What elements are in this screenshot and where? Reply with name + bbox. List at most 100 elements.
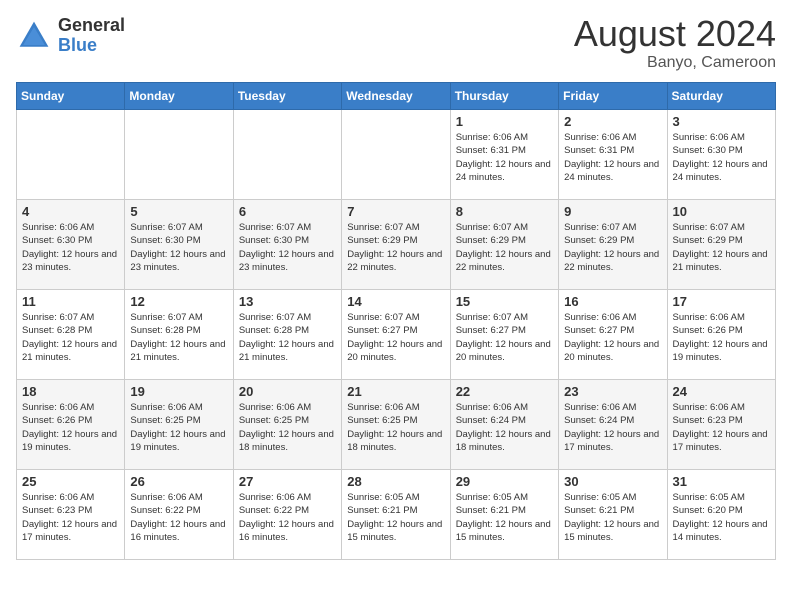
day-info: Sunrise: 6:07 AM Sunset: 6:30 PM Dayligh…	[130, 221, 227, 274]
day-info: Sunrise: 6:06 AM Sunset: 6:24 PM Dayligh…	[456, 401, 553, 454]
calendar-cell: 27 Sunrise: 6:06 AM Sunset: 6:22 PM Dayli…	[233, 470, 341, 560]
day-number: 14	[347, 294, 444, 309]
day-info: Sunrise: 6:06 AM Sunset: 6:31 PM Dayligh…	[564, 131, 661, 184]
calendar-cell: 1 Sunrise: 6:06 AM Sunset: 6:31 PM Daylig…	[450, 110, 558, 200]
day-info: Sunrise: 6:07 AM Sunset: 6:29 PM Dayligh…	[456, 221, 553, 274]
logo: General Blue	[16, 16, 125, 56]
day-info: Sunrise: 6:07 AM Sunset: 6:28 PM Dayligh…	[130, 311, 227, 364]
day-info: Sunrise: 6:06 AM Sunset: 6:22 PM Dayligh…	[130, 491, 227, 544]
logo-general-text: General	[58, 16, 125, 36]
day-number: 3	[673, 114, 770, 129]
calendar-cell: 5Sunrise: 6:07 AM Sunset: 6:30 PM Daylig…	[125, 200, 233, 290]
day-info: Sunrise: 6:07 AM Sunset: 6:29 PM Dayligh…	[564, 221, 661, 274]
calendar-cell: 10 Sunrise: 6:07 AM Sunset: 6:29 PM Dayli…	[667, 200, 775, 290]
calendar-cell: 17 Sunrise: 6:06 AM Sunset: 6:26 PM Dayli…	[667, 290, 775, 380]
day-number: 12	[130, 294, 227, 309]
day-info: Sunrise: 6:06 AM Sunset: 6:25 PM Dayligh…	[347, 401, 444, 454]
calendar-week-row: 11 Sunrise: 6:07 AM Sunset: 6:28 PM Dayli…	[17, 290, 776, 380]
calendar-cell: 18 Sunrise: 6:06 AM Sunset: 6:26 PM Dayli…	[17, 380, 125, 470]
calendar-cell: 2Sunrise: 6:06 AM Sunset: 6:31 PM Daylig…	[559, 110, 667, 200]
day-number: 17	[673, 294, 770, 309]
location-title: Banyo, Cameroon	[574, 54, 776, 72]
calendar-week-row: 25Sunrise: 6:06 AM Sunset: 6:23 PM Dayli…	[17, 470, 776, 560]
day-number: 27	[239, 474, 336, 489]
calendar-week-row: 18 Sunrise: 6:06 AM Sunset: 6:26 PM Dayli…	[17, 380, 776, 470]
title-block: August 2024 Banyo, Cameroon	[574, 16, 776, 72]
calendar-cell: 26 Sunrise: 6:06 AM Sunset: 6:22 PM Dayli…	[125, 470, 233, 560]
day-number: 24	[673, 384, 770, 399]
calendar-cell: 7Sunrise: 6:07 AM Sunset: 6:29 PM Daylig…	[342, 200, 450, 290]
day-number: 11	[22, 294, 119, 309]
day-number: 30	[564, 474, 661, 489]
day-number: 16	[564, 294, 661, 309]
day-info: Sunrise: 6:05 AM Sunset: 6:21 PM Dayligh…	[456, 491, 553, 544]
calendar-cell: 8 Sunrise: 6:07 AM Sunset: 6:29 PM Daylig…	[450, 200, 558, 290]
day-info: Sunrise: 6:07 AM Sunset: 6:29 PM Dayligh…	[673, 221, 770, 274]
day-number: 22	[456, 384, 553, 399]
day-info: Sunrise: 6:06 AM Sunset: 6:26 PM Dayligh…	[22, 401, 119, 454]
day-number: 8	[456, 204, 553, 219]
day-info: Sunrise: 6:05 AM Sunset: 6:20 PM Dayligh…	[673, 491, 770, 544]
day-number: 1	[456, 114, 553, 129]
calendar-cell: 30 Sunrise: 6:05 AM Sunset: 6:21 PM Dayli…	[559, 470, 667, 560]
day-number: 4	[22, 204, 119, 219]
calendar-cell: 16 Sunrise: 6:06 AM Sunset: 6:27 PM Dayli…	[559, 290, 667, 380]
day-info: Sunrise: 6:06 AM Sunset: 6:24 PM Dayligh…	[564, 401, 661, 454]
day-info: Sunrise: 6:07 AM Sunset: 6:27 PM Dayligh…	[456, 311, 553, 364]
calendar-cell: 15 Sunrise: 6:07 AM Sunset: 6:27 PM Dayli…	[450, 290, 558, 380]
day-number: 21	[347, 384, 444, 399]
day-number: 9	[564, 204, 661, 219]
calendar-cell: 9 Sunrise: 6:07 AM Sunset: 6:29 PM Daylig…	[559, 200, 667, 290]
calendar-cell: 3Sunrise: 6:06 AM Sunset: 6:30 PM Daylig…	[667, 110, 775, 200]
day-number: 13	[239, 294, 336, 309]
day-number: 26	[130, 474, 227, 489]
calendar-cell: 19 Sunrise: 6:06 AM Sunset: 6:25 PM Dayli…	[125, 380, 233, 470]
calendar-cell: 21 Sunrise: 6:06 AM Sunset: 6:25 PM Dayli…	[342, 380, 450, 470]
day-info: Sunrise: 6:07 AM Sunset: 6:28 PM Dayligh…	[22, 311, 119, 364]
logo-icon	[16, 18, 52, 54]
day-info: Sunrise: 6:05 AM Sunset: 6:21 PM Dayligh…	[564, 491, 661, 544]
calendar-cell: 11 Sunrise: 6:07 AM Sunset: 6:28 PM Dayli…	[17, 290, 125, 380]
calendar-cell	[125, 110, 233, 200]
weekday-header-cell: Monday	[125, 83, 233, 110]
calendar-cell: 6 Sunrise: 6:07 AM Sunset: 6:30 PM Daylig…	[233, 200, 341, 290]
calendar-week-row: 4 Sunrise: 6:06 AM Sunset: 6:30 PM Daylig…	[17, 200, 776, 290]
day-number: 29	[456, 474, 553, 489]
day-info: Sunrise: 6:06 AM Sunset: 6:26 PM Dayligh…	[673, 311, 770, 364]
calendar-cell: 20Sunrise: 6:06 AM Sunset: 6:25 PM Dayli…	[233, 380, 341, 470]
day-info: Sunrise: 6:06 AM Sunset: 6:25 PM Dayligh…	[130, 401, 227, 454]
day-info: Sunrise: 6:06 AM Sunset: 6:25 PM Dayligh…	[239, 401, 336, 454]
calendar-cell: 23 Sunrise: 6:06 AM Sunset: 6:24 PM Dayli…	[559, 380, 667, 470]
day-info: Sunrise: 6:06 AM Sunset: 6:23 PM Dayligh…	[673, 401, 770, 454]
calendar-cell	[342, 110, 450, 200]
day-info: Sunrise: 6:06 AM Sunset: 6:27 PM Dayligh…	[564, 311, 661, 364]
day-info: Sunrise: 6:07 AM Sunset: 6:27 PM Dayligh…	[347, 311, 444, 364]
day-info: Sunrise: 6:06 AM Sunset: 6:31 PM Dayligh…	[456, 131, 553, 184]
calendar-body: 1 Sunrise: 6:06 AM Sunset: 6:31 PM Daylig…	[17, 110, 776, 560]
calendar-cell: 28Sunrise: 6:05 AM Sunset: 6:21 PM Dayli…	[342, 470, 450, 560]
day-number: 15	[456, 294, 553, 309]
weekday-header-cell: Thursday	[450, 83, 558, 110]
day-info: Sunrise: 6:06 AM Sunset: 6:30 PM Dayligh…	[22, 221, 119, 274]
day-number: 23	[564, 384, 661, 399]
day-info: Sunrise: 6:06 AM Sunset: 6:23 PM Dayligh…	[22, 491, 119, 544]
weekday-header-cell: Friday	[559, 83, 667, 110]
calendar-cell: 22 Sunrise: 6:06 AM Sunset: 6:24 PM Dayli…	[450, 380, 558, 470]
day-info: Sunrise: 6:07 AM Sunset: 6:30 PM Dayligh…	[239, 221, 336, 274]
weekday-header-cell: Wednesday	[342, 83, 450, 110]
calendar-cell	[17, 110, 125, 200]
calendar-cell: 24 Sunrise: 6:06 AM Sunset: 6:23 PM Dayli…	[667, 380, 775, 470]
day-info: Sunrise: 6:06 AM Sunset: 6:22 PM Dayligh…	[239, 491, 336, 544]
day-number: 31	[673, 474, 770, 489]
calendar-cell: 4 Sunrise: 6:06 AM Sunset: 6:30 PM Daylig…	[17, 200, 125, 290]
day-info: Sunrise: 6:05 AM Sunset: 6:21 PM Dayligh…	[347, 491, 444, 544]
weekday-header-row: SundayMondayTuesdayWednesdayThursdayFrid…	[17, 83, 776, 110]
calendar-week-row: 1 Sunrise: 6:06 AM Sunset: 6:31 PM Daylig…	[17, 110, 776, 200]
logo-blue-text: Blue	[58, 36, 125, 56]
weekday-header-cell: Saturday	[667, 83, 775, 110]
day-number: 10	[673, 204, 770, 219]
day-info: Sunrise: 6:07 AM Sunset: 6:28 PM Dayligh…	[239, 311, 336, 364]
day-number: 19	[130, 384, 227, 399]
day-number: 6	[239, 204, 336, 219]
day-number: 18	[22, 384, 119, 399]
